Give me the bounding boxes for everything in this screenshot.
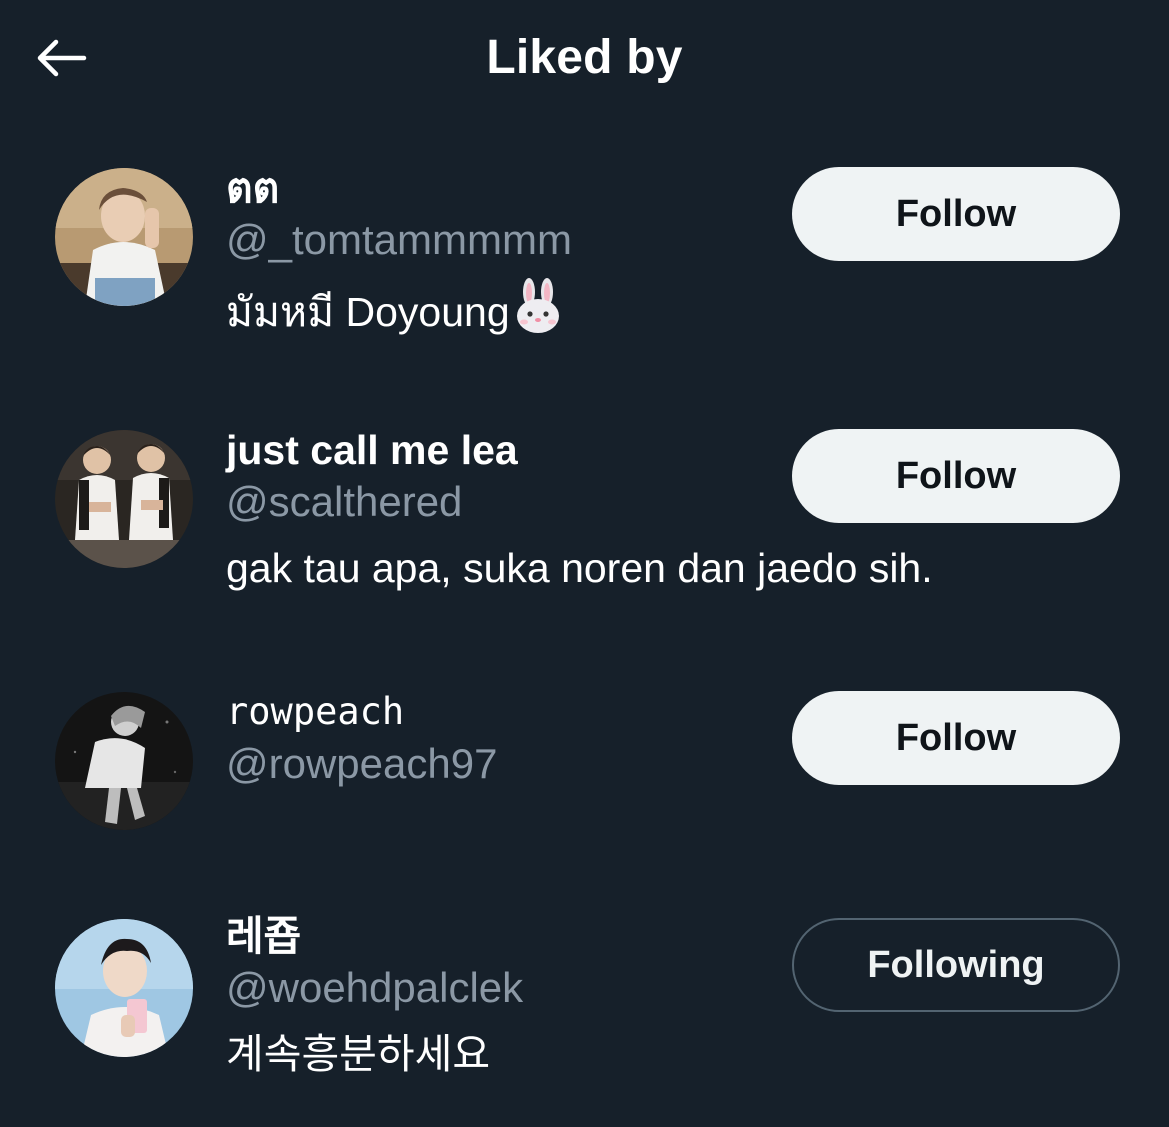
display-name: 레죱 xyxy=(226,913,302,959)
username-handle: @_tomtammmmm xyxy=(226,216,572,263)
liked-by-screen: Liked by ตต @_tomtammmmm มัมหมี Doyoung xyxy=(0,0,1169,1127)
username-handle: @scalthered xyxy=(226,478,463,525)
username-handle: @rowpeach97 xyxy=(226,740,498,787)
user-bio: gak tau apa, suka noren dan jaedo sih. xyxy=(226,545,933,591)
user-bio: 계속흥분하세요 xyxy=(226,1031,491,1077)
user-info: ตต @_tomtammmmm มัมหมี Doyoung xyxy=(226,162,766,340)
avatar[interactable] xyxy=(55,919,193,1057)
follow-button[interactable]: Follow xyxy=(792,691,1120,785)
user-info: just call me lea @scalthered gak tau apa… xyxy=(226,424,933,596)
display-name: ตต xyxy=(226,165,280,211)
bio-text: มัมหมี Doyoung xyxy=(226,289,510,335)
avatar[interactable] xyxy=(55,692,193,830)
follow-button[interactable]: Follow xyxy=(792,429,1120,523)
page-title: Liked by xyxy=(486,31,683,84)
avatar[interactable] xyxy=(55,168,193,306)
user-info: 레죱 @woehdpalclek 계속흥분하세요 xyxy=(226,910,766,1082)
rabbit-face-emoji xyxy=(516,278,559,333)
avatar[interactable] xyxy=(55,430,193,568)
header: Liked by xyxy=(0,0,1169,120)
username-handle: @woehdpalclek xyxy=(226,964,524,1011)
follow-button[interactable]: Follow xyxy=(792,167,1120,261)
display-name: rowpeach xyxy=(226,690,405,733)
following-button[interactable]: Following xyxy=(792,918,1120,1012)
user-bio: มัมหมี Doyoung xyxy=(226,278,766,340)
display-name: just call me lea xyxy=(226,427,518,473)
user-info: rowpeach @rowpeach97 xyxy=(226,686,766,790)
